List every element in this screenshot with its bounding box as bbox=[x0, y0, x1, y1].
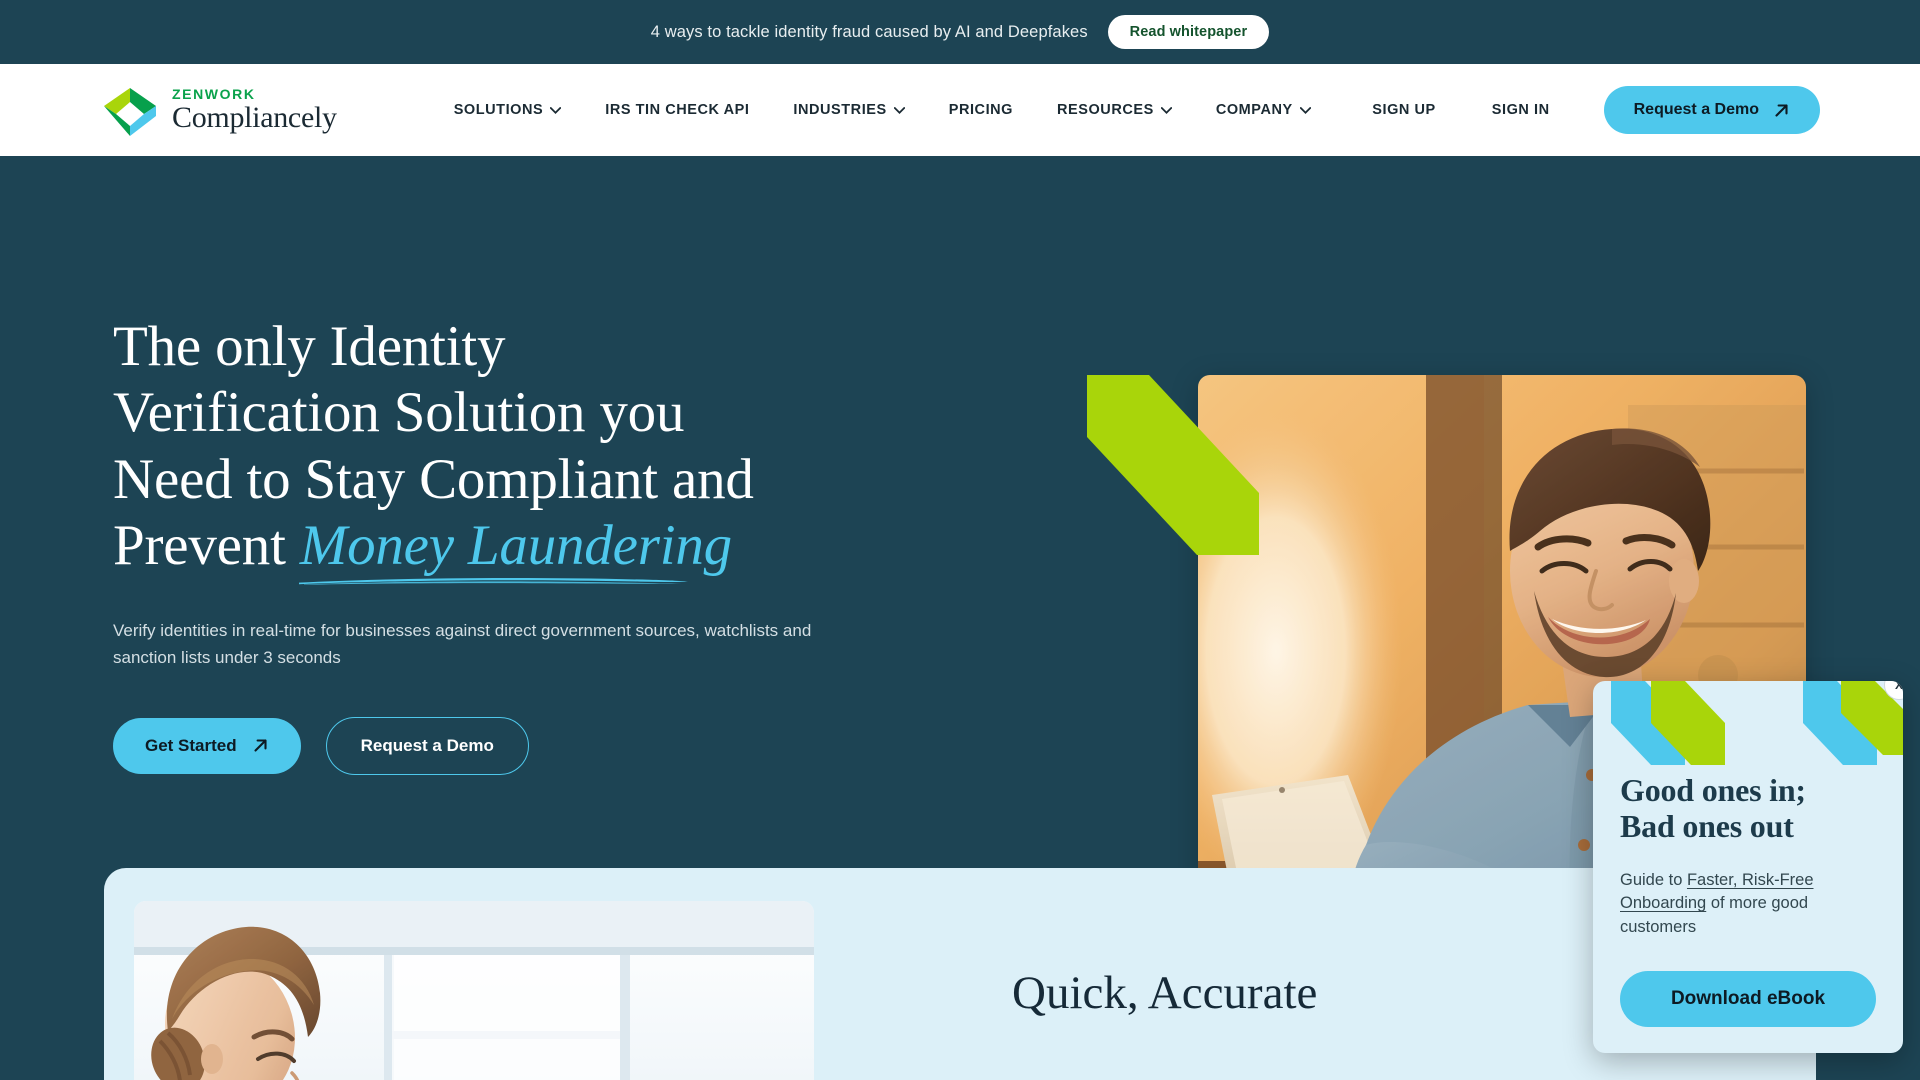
header-request-demo-label: Request a Demo bbox=[1633, 101, 1759, 118]
main-navigation: SOLUTIONS IRS TIN CHECK API INDUSTRIES P… bbox=[432, 102, 1333, 118]
nav-label: COMPANY bbox=[1215, 102, 1293, 118]
hero-heading: The only Identity Verification Solution … bbox=[113, 314, 873, 585]
features-image bbox=[134, 901, 814, 1080]
nav-label: IRS TIN CHECK API bbox=[605, 102, 750, 118]
nav-item-resources[interactable]: RESOURCES bbox=[1035, 102, 1194, 118]
hero-request-demo-button[interactable]: Request a Demo bbox=[325, 716, 529, 775]
announcement-text: 4 ways to tackle identity fraud caused b… bbox=[650, 22, 1088, 41]
nav-label: RESOURCES bbox=[1057, 102, 1154, 118]
nav-item-solutions[interactable]: SOLUTIONS bbox=[432, 102, 584, 118]
logo-text: ZENWORK Compliancely bbox=[172, 87, 337, 133]
hero-subtext: Verify identities in real-time for busin… bbox=[113, 620, 812, 668]
nav-label: SOLUTIONS bbox=[453, 102, 544, 118]
chevron-down-icon bbox=[893, 106, 905, 114]
popup-heading-line-1: Good ones in; bbox=[1620, 772, 1806, 808]
logo-brand-top: ZENWORK bbox=[172, 86, 256, 102]
hero-cta-group: Get Started Request a Demo bbox=[113, 716, 873, 775]
popup-heading-line-2: Bad ones out bbox=[1620, 808, 1794, 845]
chevron-down-icon bbox=[1299, 106, 1311, 114]
header-request-demo-button[interactable]: Request a Demo bbox=[1603, 86, 1820, 134]
sign-up-link[interactable]: SIGN UP bbox=[1344, 102, 1463, 118]
hero-highlight-text: Money Laundering bbox=[299, 514, 732, 578]
hero-heading-line-2: Verification Solution you bbox=[113, 381, 685, 445]
sign-in-link[interactable]: SIGN IN bbox=[1464, 102, 1578, 118]
arrow-up-right-icon bbox=[1775, 103, 1788, 117]
popup-body: Guide to Faster, Risk-Free Onboarding of… bbox=[1620, 869, 1882, 939]
hero-heading-highlight: Money Laundering bbox=[298, 514, 732, 585]
popup-heading: Good ones in; Bad ones out bbox=[1620, 772, 1880, 844]
nav-item-irs-tin-check-api[interactable]: IRS TIN CHECK API bbox=[583, 102, 771, 118]
get-started-label: Get Started bbox=[145, 735, 237, 755]
nav-label: INDUSTRIES bbox=[793, 102, 887, 118]
hero-copy: The only Identity Verification Solution … bbox=[113, 314, 873, 775]
nav-label: PRICING bbox=[948, 102, 1014, 118]
features-section: Quick, Accurate bbox=[104, 868, 1816, 1080]
page-root: 4 ways to tackle identity fraud caused b… bbox=[0, 0, 1920, 1080]
site-header: ZENWORK Compliancely SOLUTIONS IRS TIN C… bbox=[0, 64, 1920, 156]
chevron-down-icon bbox=[550, 106, 562, 114]
lime-parallelogram-decoration bbox=[1087, 375, 1259, 555]
nav-item-industries[interactable]: INDUSTRIES bbox=[771, 102, 926, 118]
logo[interactable]: ZENWORK Compliancely bbox=[100, 80, 337, 140]
nav-item-pricing[interactable]: PRICING bbox=[927, 102, 1035, 118]
hero-heading-line-4-prefix: Prevent bbox=[113, 514, 300, 578]
popup-body-prefix: Guide to bbox=[1620, 871, 1687, 889]
hero-heading-line-1: The only Identity bbox=[113, 315, 506, 378]
brush-underline-icon bbox=[298, 578, 688, 585]
header-auth-group: SIGN UP SIGN IN Request a Demo bbox=[1344, 86, 1820, 134]
logo-brand-main: Compliancely bbox=[172, 101, 337, 134]
read-whitepaper-button[interactable]: Read whitepaper bbox=[1107, 15, 1270, 49]
announcement-bar: 4 ways to tackle identity fraud caused b… bbox=[0, 0, 1920, 64]
arrow-up-right-icon bbox=[254, 739, 267, 752]
diamond-logo-icon bbox=[100, 80, 160, 140]
nav-item-company[interactable]: COMPANY bbox=[1194, 102, 1333, 118]
hero-heading-line-3: Need to Stay Compliant and bbox=[113, 447, 754, 511]
ebook-popup: X Good ones in; Bad ones out Guide to Fa… bbox=[1593, 681, 1903, 1053]
download-ebook-button[interactable]: Download eBook bbox=[1620, 971, 1876, 1027]
chevron-down-icon bbox=[1160, 106, 1172, 114]
get-started-button[interactable]: Get Started bbox=[113, 717, 301, 774]
